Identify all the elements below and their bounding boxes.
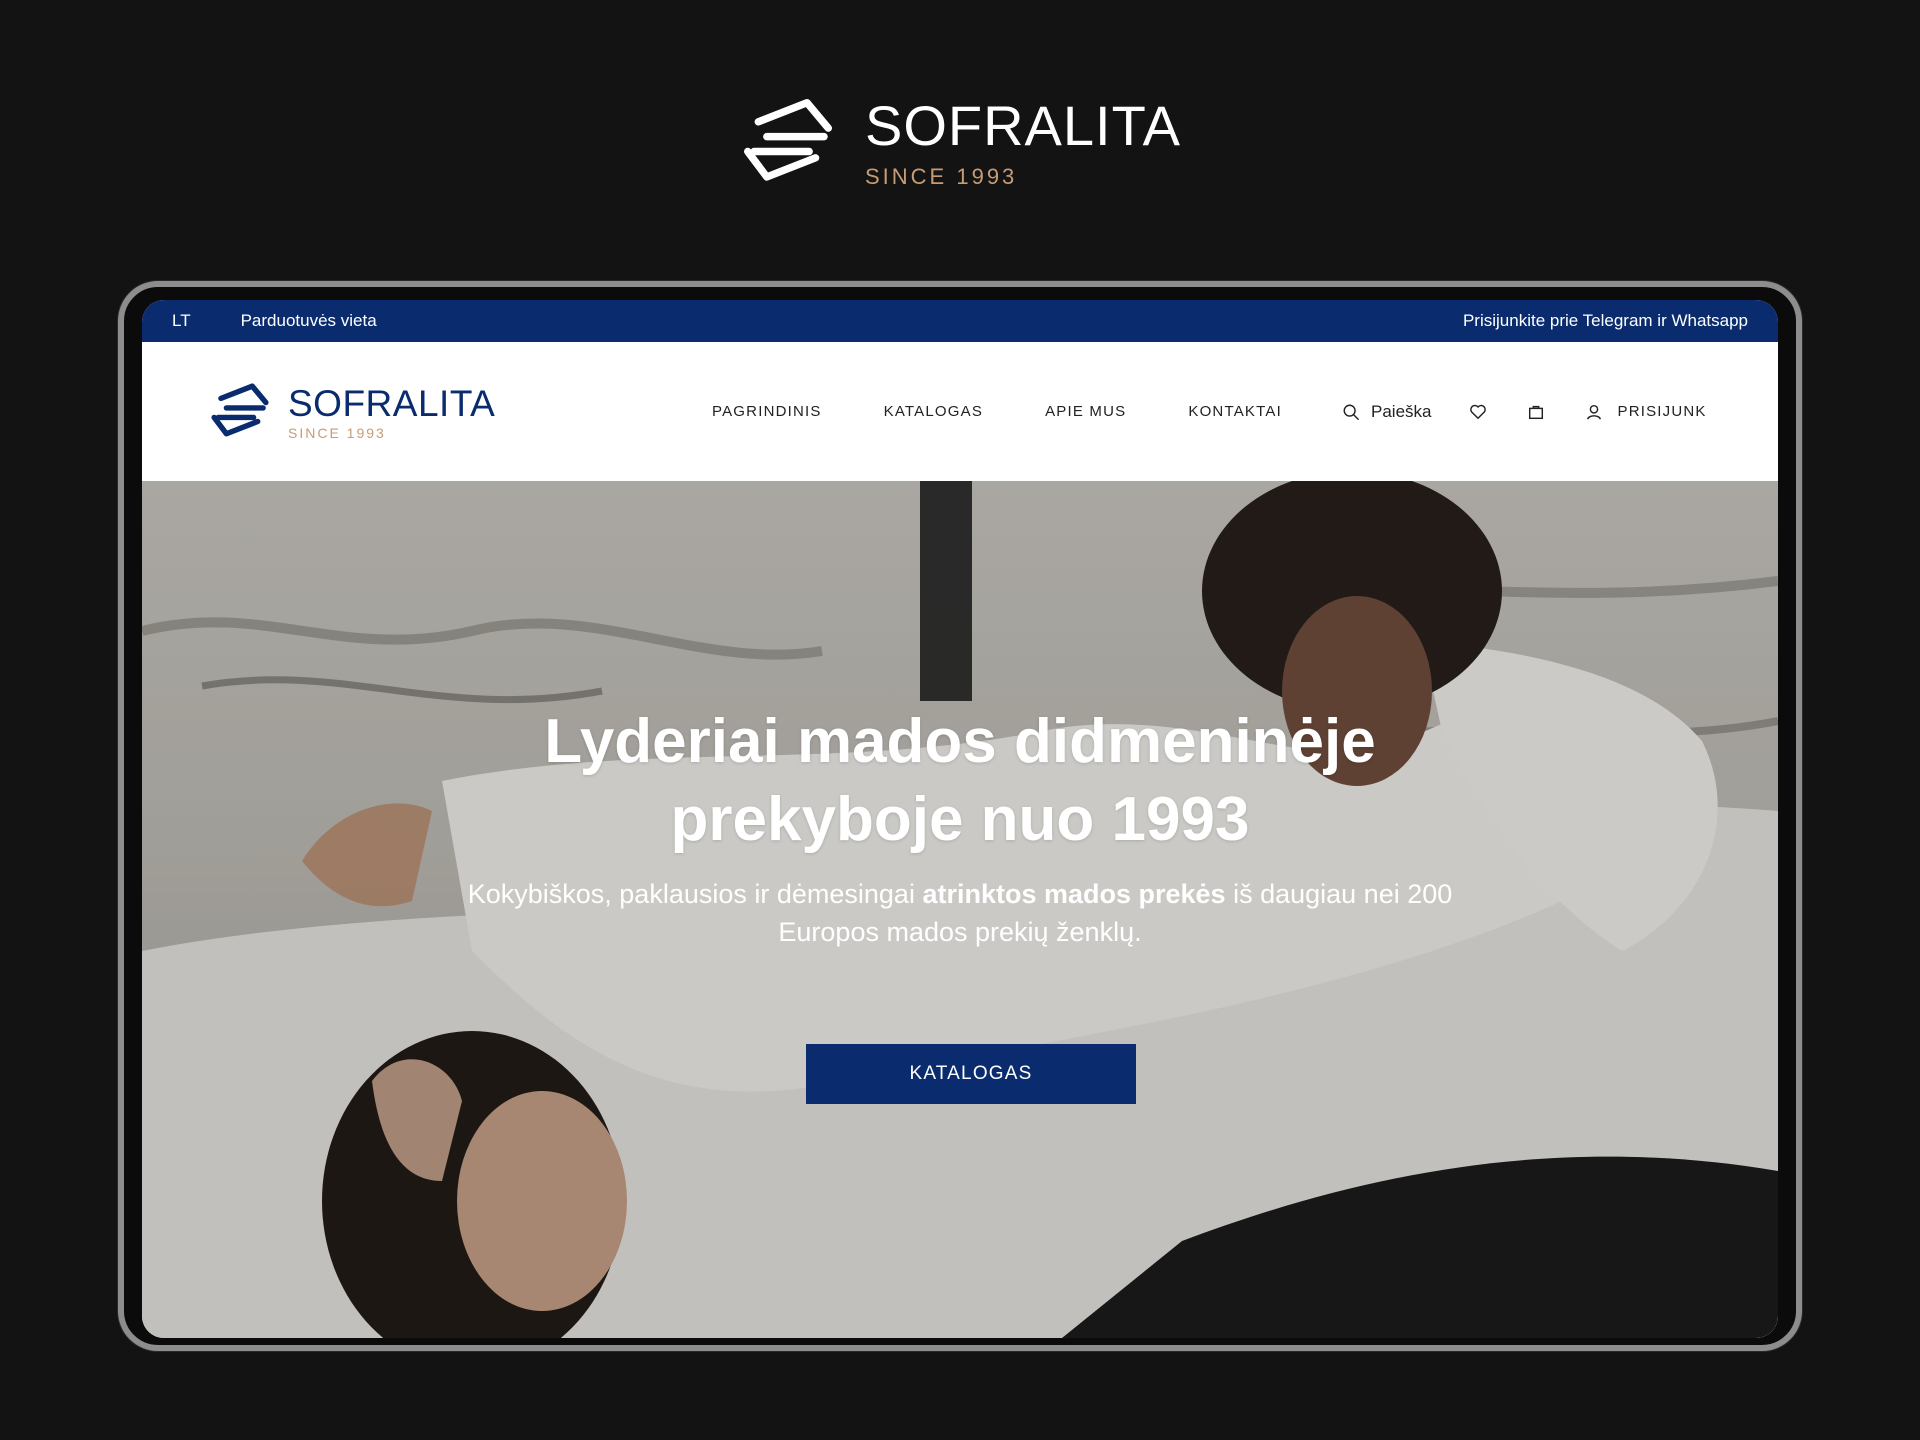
logo-mark-icon (211, 383, 269, 437)
main-nav: PAGRINDINIS KATALOGAS APIE MUS KONTAKTAI (712, 342, 1344, 481)
search-label: Paieška (1371, 401, 1432, 421)
site-logo-since: SINCE 1993 (288, 424, 386, 441)
site-header: SOFRALITA SINCE 1993 PAGRINDINIS KATALOG… (142, 342, 1778, 481)
nav-item-katalogas[interactable]: KATALOGAS (884, 403, 983, 420)
user-icon (1587, 404, 1602, 420)
catalog-cta-button[interactable]: KATALOGAS (806, 1044, 1136, 1104)
hero-title: Lyderiai mados didmeninėje prekyboje nuo… (142, 703, 1778, 859)
hero-title-line-1: Lyderiai mados didmeninėje (544, 707, 1376, 776)
hero-subtitle: Kokybiškos, paklausios ir dėmesingai atr… (442, 875, 1478, 951)
brand-header: SOFRALITA SINCE 1993 (735, 88, 1195, 198)
hero-subtitle-part-1: Kokybiškos, paklausios ir dėmesingai (467, 879, 923, 909)
search-icon (1343, 404, 1359, 420)
brand-logo-icon (744, 99, 832, 181)
login-label: PRISIJUNK (1617, 403, 1707, 420)
brand-name: SOFRALITA (865, 94, 1182, 157)
nav-item-kontaktai[interactable]: KONTAKTAI (1188, 403, 1282, 420)
device-frame: LT Parduotuvės vieta Prisijunkite prie T… (118, 281, 1802, 1351)
site-logo[interactable]: SOFRALITA SINCE 1993 (206, 378, 495, 446)
site-logo-name: SOFRALITA (288, 382, 496, 424)
cart-button[interactable] (1527, 403, 1545, 421)
bag-icon (1529, 405, 1544, 419)
telegram-whatsapp-link[interactable]: Prisijunkite prie Telegram ir Whatsapp (1463, 311, 1748, 331)
wishlist-button[interactable] (1469, 403, 1487, 421)
hero-subtitle-bold: atrinktos mados prekės (922, 879, 1226, 909)
hero-section: Lyderiai mados didmeninėje prekyboje nuo… (142, 481, 1778, 1338)
header-tools: Paieška PRISIJUNK (1342, 342, 1707, 481)
top-announcement-bar: LT Parduotuvės vieta Prisijunkite prie T… (142, 300, 1778, 342)
browser-screen: LT Parduotuvės vieta Prisijunkite prie T… (142, 300, 1778, 1338)
login-button[interactable]: PRISIJUNK (1585, 403, 1706, 421)
search-button[interactable]: Paieška (1342, 402, 1431, 422)
hero-title-line-2: prekyboje nuo 1993 (670, 785, 1250, 854)
brand-since: SINCE 1993 (865, 164, 1018, 189)
language-selector[interactable]: LT (172, 311, 191, 331)
store-location-link[interactable]: Parduotuvės vieta (241, 311, 377, 331)
nav-item-apie-mus[interactable]: APIE MUS (1045, 403, 1126, 420)
heart-icon (1470, 404, 1487, 419)
nav-item-pagrindinis[interactable]: PAGRINDINIS (712, 403, 822, 420)
